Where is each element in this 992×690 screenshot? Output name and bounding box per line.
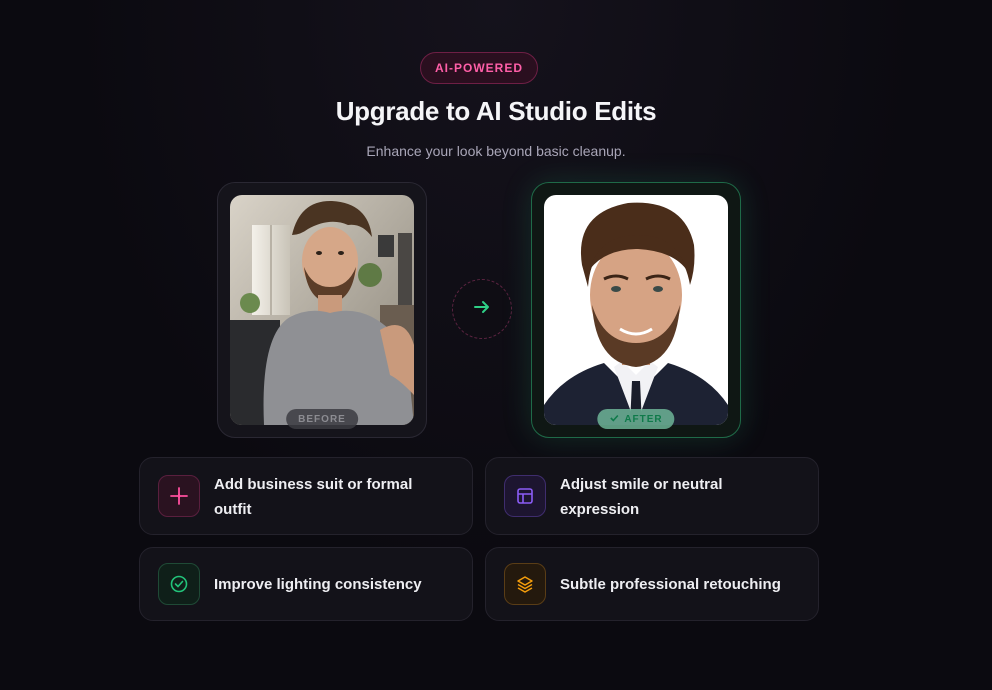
feature-adjust-expression: Adjust smile or neutral expression xyxy=(485,457,819,535)
ai-powered-badge: AI-POWERED xyxy=(420,52,538,84)
after-photo-card: AFTER xyxy=(531,182,741,438)
feature-label: Add business suit or formal outfit xyxy=(214,476,413,518)
check-circle-icon xyxy=(158,563,200,605)
before-tag-label: BEFORE xyxy=(298,413,346,425)
feature-formal-outfit: Add business suit or formal outfit xyxy=(139,457,473,535)
after-photo xyxy=(544,195,728,425)
feature-label: Subtle professional retouching xyxy=(560,576,781,593)
layers-icon xyxy=(504,563,546,605)
sparkle-icon xyxy=(158,475,200,517)
transform-arrow xyxy=(452,279,512,339)
arrow-right-icon xyxy=(473,298,491,321)
before-tag: BEFORE xyxy=(286,409,358,429)
page-subtitle: Enhance your look beyond basic cleanup. xyxy=(366,143,626,159)
feature-label: Improve lighting consistency xyxy=(214,576,422,593)
after-tag: AFTER xyxy=(597,409,675,429)
feature-lighting: Improve lighting consistency xyxy=(139,547,473,621)
upgrade-panel: AI-POWERED Upgrade to AI Studio Edits En… xyxy=(0,0,992,690)
feature-label: Adjust smile or neutral expression xyxy=(560,476,723,518)
page-title: Upgrade to AI Studio Edits xyxy=(335,96,657,126)
check-icon xyxy=(609,413,619,426)
layout-icon xyxy=(504,475,546,517)
before-photo xyxy=(230,195,414,425)
before-photo-card: BEFORE xyxy=(217,182,427,438)
feature-retouching: Subtle professional retouching xyxy=(485,547,819,621)
after-tag-label: AFTER xyxy=(624,413,663,425)
